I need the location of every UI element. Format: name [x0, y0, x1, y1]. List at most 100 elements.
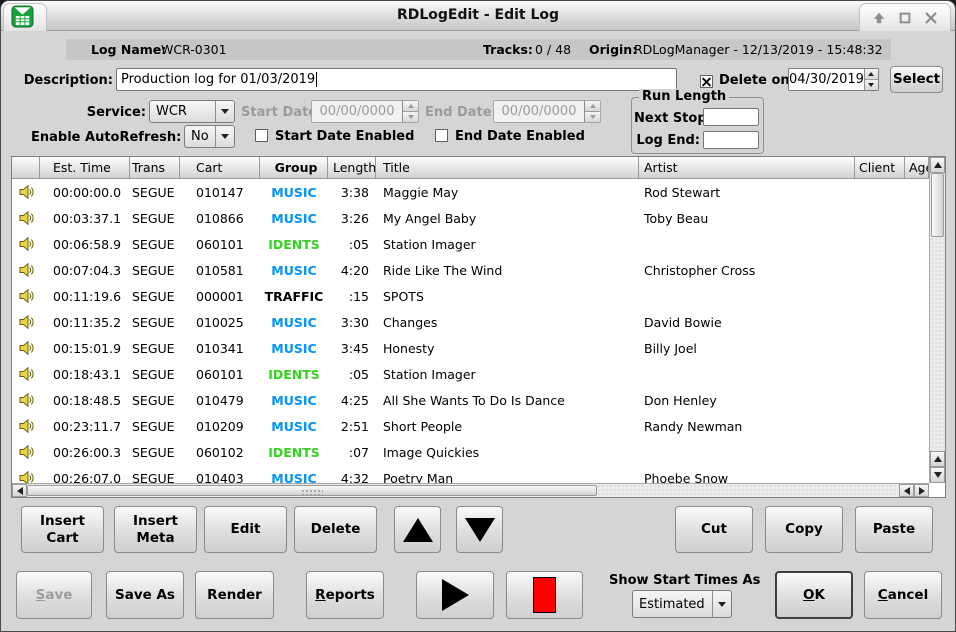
column-header-cart[interactable]: Cart [180, 157, 260, 179]
log-row[interactable]: 00:03:37.1SEGUE010866MUSIC3:26My Angel B… [12, 205, 929, 231]
speaker-icon [19, 237, 34, 251]
start-date-label: Start Date: [241, 105, 308, 120]
start-date-enabled-checkbox[interactable] [255, 129, 268, 142]
cell-length: 3:38 [328, 185, 376, 200]
log-row[interactable]: 00:07:04.3SEGUE010581MUSIC4:20Ride Like … [12, 257, 929, 283]
cancel-button[interactable]: Cancel [864, 571, 942, 619]
cell-icon [12, 237, 40, 251]
speaker-icon [19, 263, 34, 277]
log-row[interactable]: 00:23:11.7SEGUE010209MUSIC2:51Short Peop… [12, 413, 929, 439]
column-header-age[interactable]: Agency [905, 157, 929, 179]
maximize-icon[interactable] [898, 11, 912, 25]
copy-button[interactable]: Copy [765, 506, 843, 553]
cell-time: 00:11:35.2 [40, 315, 130, 330]
cut-button[interactable]: Cut [675, 506, 753, 553]
log-row[interactable]: 00:26:07.0SEGUE010403MUSIC4:32Poetry Man… [12, 465, 929, 483]
cell-length: :07 [328, 445, 376, 460]
origin-value: RDLogManager - 12/13/2019 - 15:48:32 [634, 42, 883, 57]
render-button[interactable]: Render [195, 571, 274, 619]
column-header-client[interactable]: Client [855, 157, 905, 179]
horizontal-scrollbar[interactable] [12, 483, 929, 497]
save-as-button[interactable]: Save As [106, 571, 184, 619]
description-input[interactable]: Production log for 01/03/2019 [116, 68, 677, 91]
next-stop-label: Next Stop: [634, 111, 700, 126]
cell-title: All She Wants To Do Is Dance [376, 393, 639, 408]
cell-time: 00:26:07.0 [40, 471, 130, 484]
log-row[interactable]: 00:18:48.5SEGUE010479MUSIC4:25All She Wa… [12, 387, 929, 413]
delete-date-spinbox[interactable]: 04/30/2019 [788, 68, 879, 91]
log-row[interactable]: 00:26:00.3SEGUE060102IDENTS:07Image Quic… [12, 439, 929, 465]
cell-icon [12, 185, 40, 199]
vertical-scrollbar[interactable] [929, 157, 945, 483]
log-row[interactable]: 00:18:43.1SEGUE060101IDENTS:05Station Im… [12, 361, 929, 387]
close-icon[interactable] [924, 11, 938, 25]
cell-icon [12, 341, 40, 355]
speaker-icon [19, 315, 34, 329]
scroll-left-button[interactable] [12, 484, 27, 497]
column-header-length[interactable]: Length [328, 157, 376, 179]
scroll-up-button[interactable] [930, 157, 945, 173]
service-combobox[interactable]: WCR [149, 100, 235, 123]
column-header-icon[interactable] [12, 157, 40, 179]
horizontal-scroll-thumb[interactable] [27, 485, 597, 496]
end-date-enabled-checkbox[interactable] [435, 129, 448, 142]
play-icon [442, 579, 469, 611]
cell-title: Station Imager [376, 367, 639, 382]
horizontal-scroll-trough[interactable] [597, 484, 899, 497]
column-header-artist[interactable]: Artist [639, 157, 855, 179]
end-date-label: End Date: [425, 105, 490, 120]
edit-button[interactable]: Edit [204, 506, 287, 553]
cell-trans: SEGUE [130, 393, 180, 408]
play-button[interactable] [416, 571, 494, 619]
tracks-value: 0 / 48 [535, 42, 571, 57]
column-header-time[interactable]: Est. Time [40, 157, 130, 179]
cell-group: MUSIC [260, 263, 328, 278]
cell-time: 00:15:01.9 [40, 341, 130, 356]
scroll-right-button[interactable] [914, 484, 929, 497]
cell-group: IDENTS [260, 445, 328, 460]
service-value: WCR [150, 101, 215, 122]
insert-cart-button[interactable]: Insert Cart [21, 506, 104, 553]
scroll-down-button[interactable] [930, 467, 945, 483]
shade-icon[interactable] [872, 11, 886, 25]
column-header-title[interactable]: Title [376, 157, 639, 179]
save-button: Save [16, 571, 92, 619]
stop-icon [533, 577, 556, 613]
cell-cart: 010341 [180, 341, 260, 356]
cell-title: Poetry Man [376, 471, 639, 484]
stop-button[interactable] [506, 571, 583, 619]
vertical-scroll-trough[interactable] [930, 237, 945, 451]
log-row[interactable]: 00:00:00.0SEGUE010147MUSIC3:38Maggie May… [12, 179, 929, 205]
title-bar[interactable]: RDLogEdit - Edit Log [1, 1, 955, 31]
speaker-icon [19, 445, 34, 459]
delete-on-label: Delete on [719, 73, 790, 88]
speaker-icon [19, 471, 34, 483]
reports-button[interactable]: Reports [306, 571, 384, 619]
insert-meta-button[interactable]: Insert Meta [114, 506, 197, 553]
select-date-button[interactable]: Select [890, 66, 943, 93]
date-spinner-buttons[interactable] [864, 69, 878, 90]
scroll-left-button-2[interactable] [899, 484, 914, 497]
cell-trans: SEGUE [130, 471, 180, 484]
scroll-up-button-2[interactable] [930, 451, 945, 467]
column-header-trans[interactable]: Trans [130, 157, 180, 179]
cell-icon [12, 471, 40, 483]
cell-time: 00:18:48.5 [40, 393, 130, 408]
vertical-scroll-thumb[interactable] [931, 173, 944, 237]
delete-button[interactable]: Delete [294, 506, 377, 553]
log-row[interactable]: 00:15:01.9SEGUE010341MUSIC3:45HonestyBil… [12, 335, 929, 361]
delete-on-checkbox[interactable] [700, 75, 713, 88]
log-row[interactable]: 00:11:19.6SEGUE000001TRAFFIC:15SPOTS [12, 283, 929, 309]
paste-button[interactable]: Paste [855, 506, 933, 553]
log-row[interactable]: 00:11:35.2SEGUE010025MUSIC3:30ChangesDav… [12, 309, 929, 335]
window-controls [859, 3, 951, 31]
speaker-icon [19, 393, 34, 407]
move-down-button[interactable] [456, 506, 503, 553]
log-row[interactable]: 00:06:58.9SEGUE060101IDENTS:05Station Im… [12, 231, 929, 257]
show-start-times-combobox[interactable]: Estimated [632, 590, 732, 618]
cell-cart: 010209 [180, 419, 260, 434]
ok-button[interactable]: OK [775, 571, 853, 619]
column-header-group[interactable]: Group [260, 157, 328, 179]
move-up-button[interactable] [394, 506, 441, 553]
autorefresh-combobox[interactable]: No [184, 125, 235, 148]
